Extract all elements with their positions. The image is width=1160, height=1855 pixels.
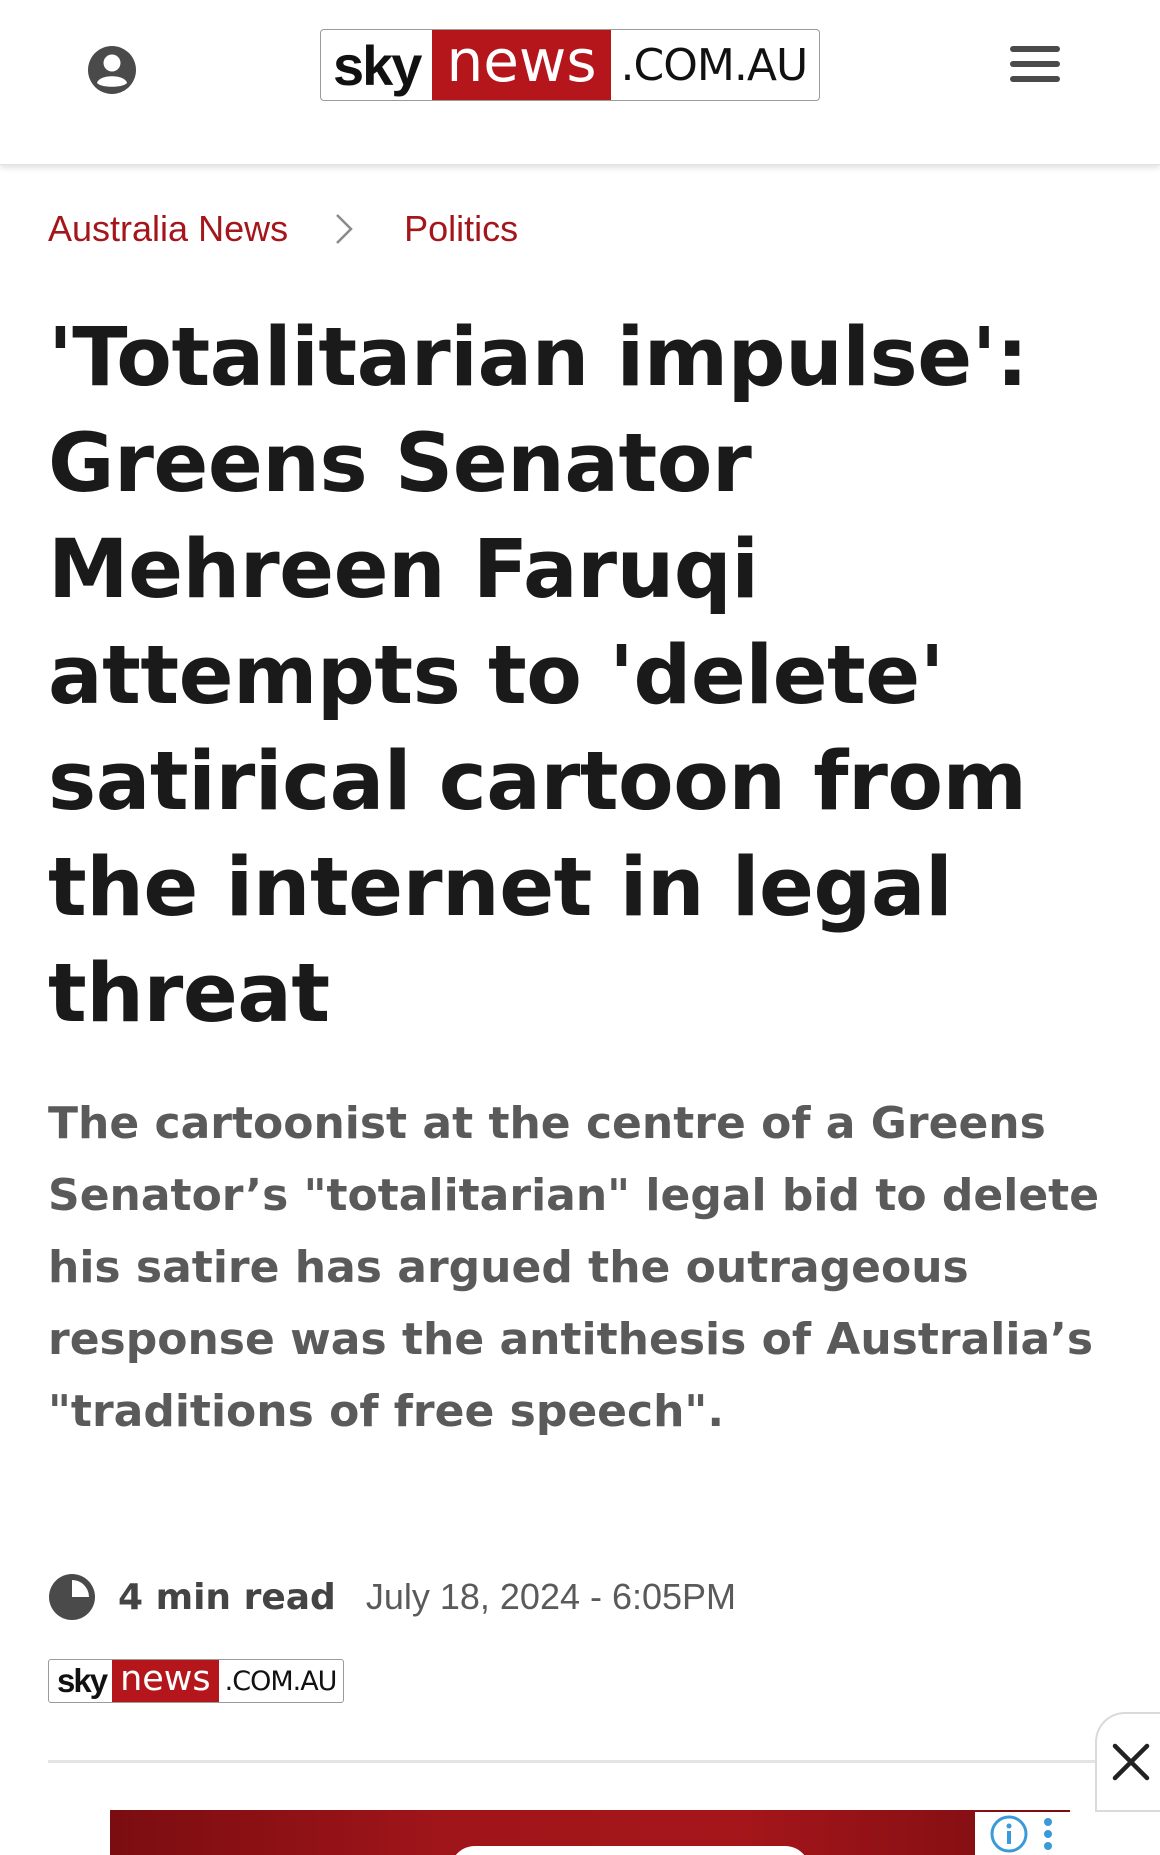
breadcrumb-australia-news[interactable]: Australia News [48, 208, 288, 250]
breadcrumb-politics[interactable]: Politics [404, 208, 518, 250]
hamburger-menu-icon [1010, 46, 1060, 82]
account-button[interactable] [84, 42, 140, 98]
breadcrumb: Australia News Politics [48, 208, 518, 250]
ad-button-shape [450, 1846, 810, 1855]
article-standfirst: The cartoonist at the centre of a Greens… [48, 1098, 1100, 1437]
divider [48, 1760, 1112, 1763]
site-logo[interactable]: sky news .COM.AU [320, 29, 821, 101]
source-logo: sky news .COM.AU [48, 1659, 345, 1703]
ad-banner[interactable] [110, 1810, 1070, 1855]
close-ad-button[interactable] [1095, 1712, 1160, 1812]
logo-news: news [432, 30, 611, 100]
close-icon [1112, 1743, 1150, 1781]
logo-domain: .COM.AU [620, 39, 809, 91]
article-headline: 'Totalitarian impulse': Greens Senator M… [48, 311, 1028, 1041]
info-icon[interactable] [989, 1814, 1029, 1854]
read-time: 4 min read [118, 1576, 336, 1618]
user-account-icon [88, 46, 136, 94]
source-logo-news: news [112, 1660, 219, 1702]
source-logo-sky: sky [57, 1662, 108, 1699]
publish-date: July 18, 2024 - 6:05PM [365, 1576, 737, 1617]
ad-controls [975, 1812, 1070, 1855]
clock-icon [49, 1574, 95, 1620]
chevron-right-icon [312, 209, 376, 249]
more-vertical-icon[interactable] [1040, 1814, 1056, 1854]
article-meta: 4 min read July 18, 2024 - 6:05PM [48, 1571, 736, 1623]
logo-sky: sky [333, 33, 422, 97]
site-header: sky news .COM.AU [0, 0, 1160, 165]
source-logo-domain: .COM.AU [224, 1665, 338, 1697]
menu-button[interactable] [1010, 46, 1060, 90]
